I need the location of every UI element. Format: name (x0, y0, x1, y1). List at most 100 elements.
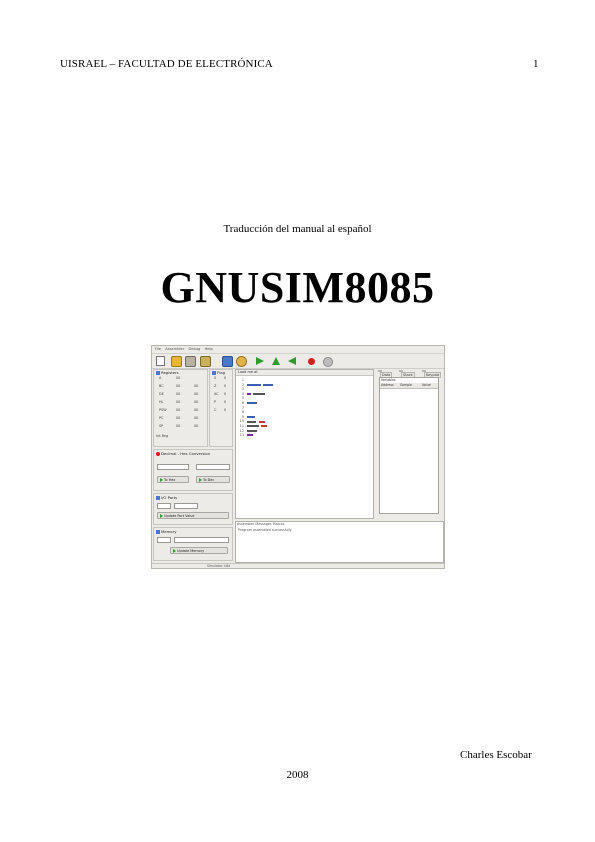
status-bar: Simulator: Idle (152, 563, 444, 568)
right-panel: Data Stack Keypad Variables Address Samp… (377, 369, 444, 519)
side-tabs: Data Stack Keypad (377, 369, 444, 378)
registers-icon (156, 371, 160, 375)
memory-label: Memory (161, 529, 177, 534)
to-hex-button[interactable]: To Hex (157, 476, 189, 483)
code-editor[interactable]: Load me at 1 2 3 4 5 6 7 8 9 10 11 12 13 (235, 369, 374, 519)
int-reg-label: Int-Reg (156, 434, 169, 438)
line-number: 13 (239, 433, 244, 438)
tab-assembler-messages[interactable]: Assembler Messages (237, 522, 272, 526)
menu-assembler: Assembler (165, 347, 185, 351)
update-port-button[interactable]: Update Port Value (157, 512, 229, 519)
document-subtitle: Traducción del manual al español (223, 223, 372, 235)
tab-data[interactable]: Data (378, 370, 393, 378)
reg-psw-hi-value: 00 (176, 408, 181, 412)
conversion-label: Decimal - Hex Conversion (161, 451, 211, 456)
stop-icon (323, 357, 333, 367)
hex-field[interactable] (196, 464, 230, 470)
tab-stack[interactable]: Stack (399, 370, 415, 378)
status-text: Simulator: Idle (207, 564, 231, 568)
io-ports-label: I/O Ports (161, 495, 178, 500)
conversion-icon (156, 452, 160, 456)
reg-psw-lo-value: 00 (194, 408, 199, 412)
save-icon (185, 356, 196, 367)
reg-h-value: 00 (176, 400, 181, 404)
flags-label: Flag (217, 370, 225, 375)
open-file-icon (171, 356, 182, 367)
menu-bar: File Assembler Debug Help (152, 346, 444, 354)
variables-columns: Address Sample Value (380, 383, 438, 389)
reg-de-name: DE (159, 392, 164, 396)
reg-bc-name: BC (159, 384, 164, 388)
io-port-value-field[interactable] (174, 503, 198, 509)
update-port-arrow-icon (160, 514, 163, 518)
reg-l-value: 00 (194, 400, 199, 404)
assemble-icon (222, 356, 233, 367)
col-sample[interactable]: Sample (400, 383, 412, 387)
to-dec-button[interactable]: To Dec (196, 476, 230, 483)
load-address-bar: Load me at (236, 370, 373, 376)
step-back-icon (288, 357, 296, 365)
reg-pc-lo-value: 00 (194, 416, 199, 420)
col-address[interactable]: Address (381, 383, 394, 387)
registers-group: Registers A 00 BC 00 00 DE 00 00 HL 00 0… (153, 369, 208, 447)
document-title: GNUSIM8085 (160, 263, 435, 312)
line-numbers: 1 2 3 4 5 6 7 8 9 10 11 12 13 (237, 378, 244, 438)
variables-label: Variables (381, 378, 396, 382)
reg-sp-name: SP (159, 424, 164, 428)
run-icon (256, 357, 264, 365)
reg-c-value: 00 (194, 384, 199, 388)
code-text-illegible (247, 384, 273, 436)
page-number: 1 (533, 58, 539, 70)
tab-macros[interactable]: Macros (273, 522, 285, 526)
memory-address-field[interactable] (157, 537, 171, 543)
reg-e-value: 00 (194, 392, 199, 396)
menu-debug: Debug (188, 347, 201, 351)
col-value[interactable]: Value (422, 383, 431, 387)
reg-sp-hi-value: 00 (176, 424, 181, 428)
reg-a-value: 00 (176, 376, 181, 380)
update-port-label: Update Port Value (164, 514, 195, 518)
to-dec-label: To Dec (203, 478, 215, 482)
io-port-address-field[interactable] (157, 503, 171, 509)
menu-help: Help (204, 347, 213, 351)
reg-pc-name: PC (159, 416, 164, 420)
to-hex-arrow-icon (160, 478, 163, 482)
reg-sp-lo-value: 00 (194, 424, 199, 428)
save-as-icon (200, 356, 211, 367)
reg-b-value: 00 (176, 384, 181, 388)
conversion-group: Decimal - Hex Conversion To Hex To Dec (153, 449, 233, 491)
assembler-message: Program assembled successfully (238, 528, 292, 532)
flags-icon (212, 371, 216, 375)
load-address-label: Load me at (238, 370, 258, 374)
tab-keypad[interactable]: Keypad (422, 370, 441, 378)
flags-group: Flag S 0 Z 0 AC 0 P 0 C 0 (209, 369, 233, 447)
decimal-field[interactable] (157, 464, 189, 470)
memory-icon (156, 530, 160, 534)
messages-panel: Assembler Messages Macros Program assemb… (235, 521, 444, 563)
publication-year: 2008 (286, 769, 309, 781)
update-memory-label: Update Memory (177, 549, 205, 553)
new-file-icon (156, 356, 165, 366)
reg-psw-name: PSW (159, 408, 167, 412)
io-ports-icon (156, 496, 160, 500)
step-in-icon (272, 357, 280, 365)
menu-file: File (155, 347, 162, 351)
reg-hl-name: HL (159, 400, 164, 404)
update-memory-arrow-icon (173, 549, 176, 553)
left-panel: Registers A 00 BC 00 00 DE 00 00 HL 00 0… (153, 369, 233, 563)
settings-icon (236, 356, 247, 367)
author-name: Charles Escobar (460, 749, 532, 761)
variables-table: Variables Address Sample Value (379, 377, 439, 514)
registers-label: Registers (161, 370, 179, 375)
toolbar (152, 354, 444, 369)
memory-group: Memory Update Memory (153, 527, 233, 561)
io-ports-group: I/O Ports Update Port Value (153, 493, 233, 525)
reg-pc-hi-value: 00 (176, 416, 181, 420)
breakpoint-icon (308, 358, 315, 365)
bottom-tabs: Assembler Messages Macros (237, 522, 284, 526)
memory-value-field[interactable] (174, 537, 229, 543)
running-header: UISRAEL – FACULTAD DE ELECTRÓNICA (60, 58, 273, 70)
update-memory-button[interactable]: Update Memory (170, 547, 228, 554)
to-hex-label: To Hex (164, 478, 176, 482)
reg-a-name: A (159, 376, 162, 380)
